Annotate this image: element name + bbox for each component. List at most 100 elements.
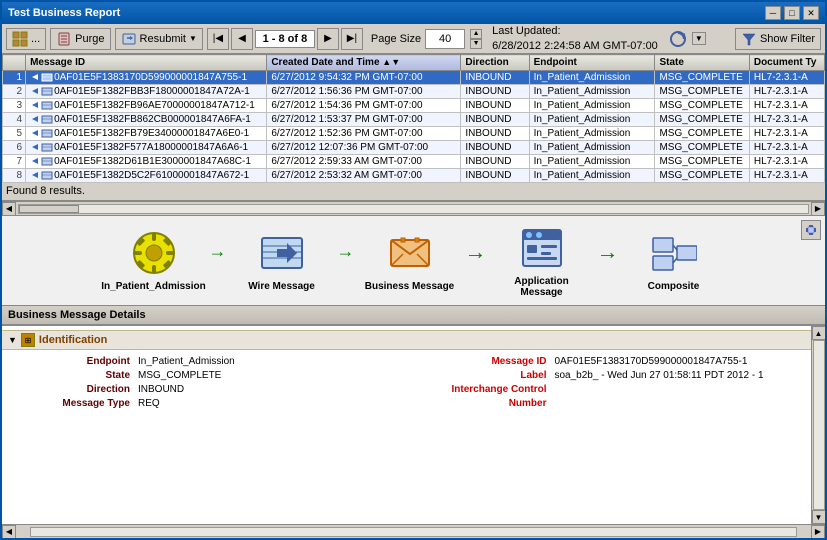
row-direction: INBOUND [461, 85, 529, 99]
scroll-track[interactable] [18, 204, 809, 214]
grid-button[interactable]: ... [6, 28, 46, 50]
flow-item-app[interactable]: Application Message [497, 224, 587, 298]
endpoint-label: Endpoint [12, 355, 132, 368]
row-state: MSG_COMPLETE [655, 155, 749, 169]
scroll-thumb[interactable] [19, 205, 79, 213]
table-row[interactable]: 8 0AF01E5F1382D5C2F61000001847A672-1 6/2… [3, 169, 825, 183]
flow-item-business[interactable]: Business Message [365, 229, 455, 292]
page-size-spinner: ▲ ▼ [470, 29, 482, 49]
row-id: 0AF01E5F1382D5C2F61000001847A672-1 [26, 169, 267, 183]
row-date: 6/27/2012 2:59:33 AM GMT-07:00 [267, 155, 461, 169]
scroll-track-vertical[interactable] [813, 340, 825, 510]
scroll-down-btn[interactable]: ▼ [812, 510, 826, 524]
table-row[interactable]: 5 0AF01E5F1382FB79E34000001847A6E0-1 6/2… [3, 127, 825, 141]
table-row[interactable]: 4 0AF01E5F1382FB862CB000001847A6FA-1 6/2… [3, 113, 825, 127]
table-row[interactable]: 2 0AF01E5F1382FBB3F18000001847A72A-1 6/2… [3, 85, 825, 99]
row-endpoint: In_Patient_Admission [529, 141, 655, 155]
last-updated-value: 6/28/2012 2:24:58 AM GMT-07:00 [492, 39, 658, 53]
table-row[interactable]: 1 0AF01E5F1383170D599000001847A755-1 6/2… [3, 71, 825, 85]
last-page-button[interactable]: ▶| [341, 28, 363, 50]
composite-icon [650, 229, 698, 277]
scroll-left-btn[interactable]: ◀ [2, 202, 16, 216]
col-doctype[interactable]: Document Ty [749, 55, 824, 71]
purge-label: Purge [75, 33, 104, 45]
close-button[interactable]: ✕ [803, 6, 819, 20]
prev-page-button[interactable]: ◀ [231, 28, 253, 50]
row-num: 2 [3, 85, 26, 99]
ellipsis-label: ... [31, 33, 40, 45]
row-direction: INBOUND [461, 99, 529, 113]
bottom-scroll-right[interactable]: ▶ [811, 525, 825, 539]
flow-item-composite[interactable]: Composite [629, 229, 719, 292]
row-direction: INBOUND [461, 113, 529, 127]
page-size-down[interactable]: ▼ [470, 39, 482, 49]
maximize-button[interactable]: □ [784, 6, 800, 20]
row-num: 1 [3, 71, 26, 85]
table-row[interactable]: 6 0AF01E5F1382F577A18000001847A6A6-1 6/2… [3, 141, 825, 155]
row-id: 0AF01E5F1382FBB3F18000001847A72A-1 [26, 85, 267, 99]
page-info: 1 - 8 of 8 [255, 30, 315, 48]
row-id: 0AF01E5F1383170D599000001847A755-1 [26, 71, 267, 85]
flow-arrow-4: → [597, 239, 619, 265]
next-page-button[interactable]: ▶ [317, 28, 339, 50]
settings-icon [804, 223, 818, 237]
filter-icon [741, 31, 757, 47]
row-endpoint: In_Patient_Admission [529, 85, 655, 99]
bottom-scroll-track[interactable] [30, 527, 797, 537]
col-direction[interactable]: Direction [461, 55, 529, 71]
wire-icon [258, 229, 306, 277]
purge-button[interactable]: Purge [50, 28, 110, 50]
bottom-scrollbar[interactable]: ◀ ▶ [2, 524, 825, 538]
message-type-label: Message Type [12, 397, 132, 410]
nav-controls: |◀ ◀ 1 - 8 of 8 ▶ ▶| [207, 28, 363, 50]
bottom-scroll-left[interactable]: ◀ [2, 525, 16, 539]
col-state[interactable]: State [655, 55, 749, 71]
row-state: MSG_COMPLETE [655, 169, 749, 183]
flow-item-in-patient[interactable]: In_Patient_Admission [109, 229, 199, 292]
dropdown-btn[interactable]: ▼ [692, 32, 706, 45]
row-doctype: HL7-2.3.1-A [749, 155, 824, 169]
section-icon: ⊞ [21, 333, 35, 347]
message-type-value: REQ [136, 397, 385, 410]
flow-arrow-3: → [465, 239, 487, 265]
page-size-up[interactable]: ▲ [470, 29, 482, 39]
row-endpoint: In_Patient_Admission [529, 169, 655, 183]
row-date: 6/27/2012 12:07:36 PM GMT-07:00 [267, 141, 461, 155]
row-id: 0AF01E5F1382FB96AE70000001847A712-1 [26, 99, 267, 113]
page-size-input[interactable]: 40 [425, 29, 465, 49]
last-updated-label: Last Updated: [492, 24, 658, 38]
resubmit-button[interactable]: Resubmit ▼ [115, 28, 203, 50]
wire-label: Wire Message [248, 281, 315, 292]
business-icon [386, 229, 434, 277]
row-num: 7 [3, 155, 26, 169]
label-label: Label [389, 369, 549, 382]
row-id: 0AF01E5F1382F577A18000001847A6A6-1 [26, 141, 267, 155]
scroll-right-btn[interactable]: ▶ [811, 202, 825, 216]
resubmit-label: Resubmit [140, 33, 186, 45]
refresh-icon[interactable] [668, 29, 688, 49]
table-row[interactable]: 3 0AF01E5F1382FB96AE70000001847A712-1 6/… [3, 99, 825, 113]
in-patient-label: In_Patient_Admission [101, 281, 205, 292]
section-collapse-button[interactable]: ▼ [8, 335, 17, 345]
show-filter-button[interactable]: Show Filter [735, 28, 821, 50]
row-endpoint: In_Patient_Admission [529, 113, 655, 127]
messages-table: Message ID Created Date and Time ▲▼ Dire… [2, 54, 825, 183]
interchange-label: Interchange Control [389, 383, 549, 396]
scroll-up-btn[interactable]: ▲ [812, 326, 826, 340]
message-id-label: Message ID [389, 355, 549, 368]
minimize-button[interactable]: ─ [765, 6, 781, 20]
col-endpoint[interactable]: Endpoint [529, 55, 655, 71]
resubmit-dropdown-icon[interactable]: ▼ [189, 34, 197, 43]
flow-item-wire[interactable]: Wire Message [237, 229, 327, 292]
row-id: 0AF01E5F1382FB862CB000001847A6FA-1 [26, 113, 267, 127]
details-grid: Endpoint In_Patient_Admission Message ID… [2, 352, 811, 413]
row-doctype: HL7-2.3.1-A [749, 71, 824, 85]
first-page-button[interactable]: |◀ [207, 28, 229, 50]
table-row[interactable]: 7 0AF01E5F1382D61B1E3000001847A68C-1 6/2… [3, 155, 825, 169]
row-direction: INBOUND [461, 141, 529, 155]
flow-settings-button[interactable] [801, 220, 821, 240]
horizontal-scrollbar[interactable]: ◀ ▶ [2, 201, 825, 215]
row-doctype: HL7-2.3.1-A [749, 85, 824, 99]
col-date[interactable]: Created Date and Time ▲▼ [267, 55, 461, 71]
col-message-id[interactable]: Message ID [26, 55, 267, 71]
